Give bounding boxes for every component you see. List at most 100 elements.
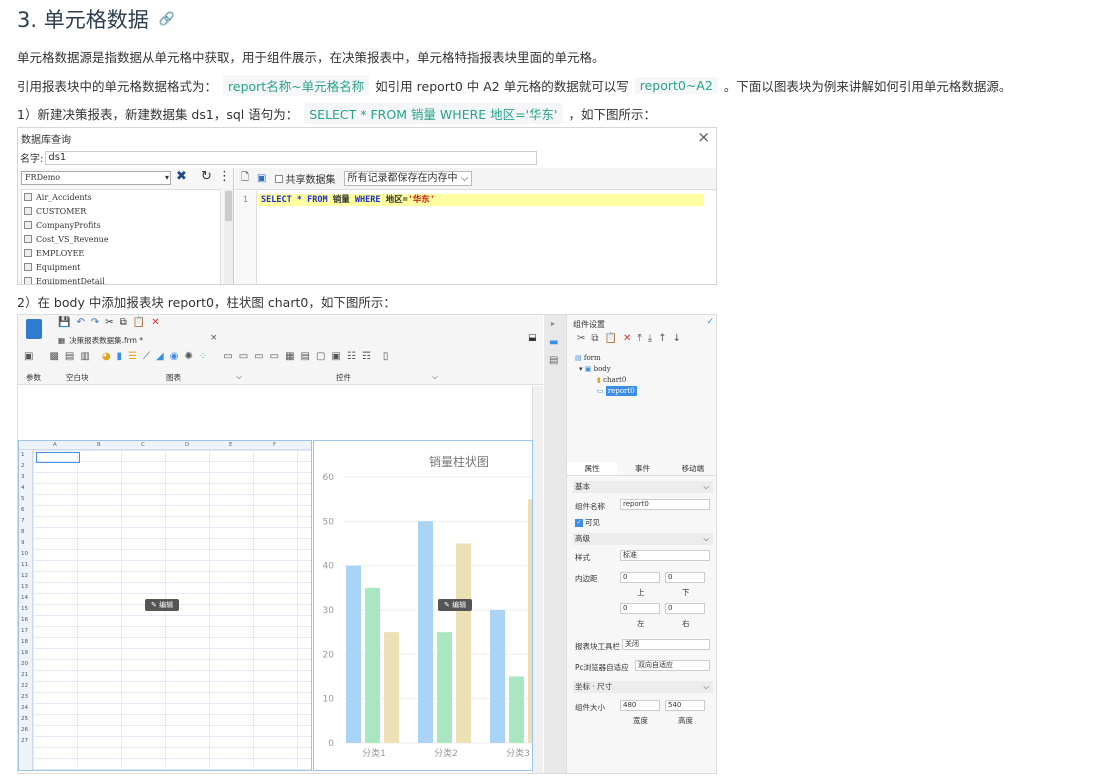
preview-icon[interactable]: 🗋 (241, 170, 249, 187)
row-label[interactable]: 1 (21, 452, 25, 458)
row-label[interactable]: 14 (21, 595, 28, 601)
row-label[interactable]: 13 (21, 584, 28, 590)
scatter-chart-icon[interactable]: ⁘ (199, 351, 207, 362)
parameter-icon[interactable]: ▣ (257, 173, 266, 184)
style-input[interactable]: 标准 (620, 550, 710, 561)
property-tab[interactable]: 移动端 (668, 462, 716, 475)
move-down-icon[interactable]: ↓ (673, 333, 681, 344)
column-label[interactable]: F (273, 442, 276, 448)
save-icon[interactable]: 💾 (58, 317, 70, 328)
row-label[interactable]: 16 (21, 617, 28, 623)
row-label[interactable]: 27 (21, 738, 28, 744)
refresh-icon[interactable]: ↻ (201, 169, 212, 184)
widget-combo-icon[interactable]: ▭ (270, 351, 279, 362)
row-label[interactable]: 4 (21, 485, 25, 491)
row-label[interactable]: 8 (21, 529, 25, 535)
bar-chart-icon[interactable]: ▮ (117, 351, 123, 362)
widget-number-icon[interactable]: ▭ (254, 351, 263, 362)
edit-chart-button[interactable]: ✎ 编辑 (438, 599, 473, 611)
blank-block-icon[interactable]: ▩ (49, 351, 58, 362)
property-tab[interactable]: 事件 (617, 462, 667, 475)
visible-checkbox[interactable]: ✓ (575, 518, 583, 527)
share-checkbox[interactable] (274, 174, 283, 183)
height-input[interactable]: 540 (665, 700, 705, 711)
tree-node-report[interactable]: ▭ report0 (575, 386, 637, 397)
more-icon[interactable]: ⋮ (218, 169, 231, 184)
pc-adapt-select[interactable]: 双向自适应 (635, 660, 710, 671)
column-label[interactable]: C (141, 442, 145, 448)
row-label[interactable]: 3 (21, 474, 25, 480)
row-label[interactable]: 6 (21, 507, 25, 513)
table-item[interactable]: EMPLOYEE (22, 246, 220, 260)
close-icon[interactable]: × (697, 128, 710, 146)
move-bottom-icon[interactable]: ⤓ (648, 333, 652, 344)
column-label[interactable]: E (229, 442, 232, 448)
close-tab-icon[interactable]: × (210, 333, 218, 343)
widget-button-icon[interactable]: ▭ (223, 351, 232, 362)
tree-node-form[interactable]: ▤ form (575, 353, 637, 364)
canvas-scrollbar[interactable] (532, 386, 543, 773)
sql-code-area[interactable]: 1 SELECT * FROM 销量 WHERE 地区='华东' (235, 191, 716, 284)
row-label[interactable]: 5 (21, 496, 25, 502)
selected-cell[interactable] (36, 452, 80, 463)
connection-select[interactable]: FRDemo ▾ (21, 171, 171, 185)
widget-radio-icon[interactable]: ▢ (316, 351, 325, 362)
widget-library-icon[interactable]: ▤ (549, 355, 558, 366)
section-coord-size[interactable]: 坐标 · 尺寸 ⌵ (573, 681, 713, 693)
widget-label-icon[interactable]: ☶ (362, 351, 371, 362)
pie-chart-icon[interactable]: ◕ (102, 351, 111, 362)
comp-name-input[interactable]: report0 (620, 499, 710, 510)
row-label[interactable]: 18 (21, 639, 28, 645)
row-label[interactable]: 22 (21, 683, 28, 689)
chart-block[interactable]: 销量柱状图 0 10 20 30 40 50 60 分类1 分类2 分类3 ✎ 编辑 (313, 440, 533, 771)
sql-line[interactable]: SELECT * FROM 销量 WHERE 地区='华东' (258, 194, 704, 206)
table-list-scrollbar[interactable] (224, 189, 233, 284)
widget-text-icon[interactable]: ▭ (239, 351, 248, 362)
row-label[interactable]: 26 (21, 727, 28, 733)
chevron-right-icon[interactable]: ▸ (551, 319, 555, 328)
row-label[interactable]: 20 (21, 661, 28, 667)
copy-icon[interactable]: ⧉ (120, 317, 127, 328)
property-tab[interactable]: 属性 (567, 462, 618, 475)
row-label[interactable]: 25 (21, 716, 28, 722)
padding-top-input[interactable]: 0 (620, 572, 660, 583)
row-label[interactable]: 7 (21, 518, 25, 524)
cut-icon[interactable]: ✂ (577, 333, 585, 344)
report-block[interactable]: ABCDEF 1 2 3 4 5 6 7 8 9 10 11 12 13 14 15 16 17 18 19 20 21… (18, 440, 312, 771)
widget-date-icon[interactable]: ▦ (285, 351, 294, 362)
file-tab[interactable]: ▦ 决策报表数据集.frm * (58, 333, 218, 347)
area-chart-icon[interactable]: ◢ (156, 351, 164, 362)
tree-node-body[interactable]: ▾ ▣ body (575, 364, 637, 375)
delete-icon[interactable]: ✕ (623, 333, 631, 344)
row-label[interactable]: 2 (21, 463, 25, 469)
table-item[interactable]: CompanyProfits (22, 218, 220, 232)
width-input[interactable]: 480 (620, 700, 660, 711)
dataset-name-input[interactable]: ds1 (45, 150, 538, 165)
row-label[interactable]: 24 (21, 705, 28, 711)
padding-left-input[interactable]: 0 (620, 603, 660, 614)
radar-chart-icon[interactable]: ✺ (184, 351, 192, 362)
share-dataset-toggle[interactable]: 共享数据集 (274, 171, 336, 186)
padding-bottom-input[interactable]: 0 (665, 572, 705, 583)
move-up-icon[interactable]: ↑ (658, 333, 666, 344)
section-basic[interactable]: 基本 ⌵ (573, 481, 713, 493)
check-icon[interactable]: ✓ (706, 317, 714, 327)
table-item[interactable]: Cost_VS_Revenue (22, 232, 220, 246)
row-label[interactable]: 17 (21, 628, 28, 634)
paste-icon[interactable]: 📋 (133, 317, 145, 328)
row-label[interactable]: 21 (21, 672, 28, 678)
edit-report-button[interactable]: ✎ 编辑 (145, 599, 180, 611)
padding-right-input[interactable]: 0 (665, 603, 705, 614)
row-label[interactable]: 15 (21, 606, 28, 612)
cut-icon[interactable]: ✂ (105, 317, 113, 328)
connection-settings-icon[interactable]: ✖ (176, 169, 187, 184)
row-label[interactable]: 19 (21, 650, 28, 656)
report-toolbar-input[interactable]: 关闭 (622, 639, 710, 650)
pin-icon[interactable]: ⬓ (528, 333, 537, 343)
parameter-panel-icon[interactable]: ▣ (24, 351, 33, 362)
undo-icon[interactable]: ↶ (76, 317, 84, 328)
paste-icon[interactable]: 📋 (605, 333, 617, 344)
row-label[interactable]: 10 (21, 551, 28, 557)
absolute-block-icon[interactable]: ▤ (65, 351, 74, 362)
row-label[interactable]: 9 (21, 540, 25, 546)
